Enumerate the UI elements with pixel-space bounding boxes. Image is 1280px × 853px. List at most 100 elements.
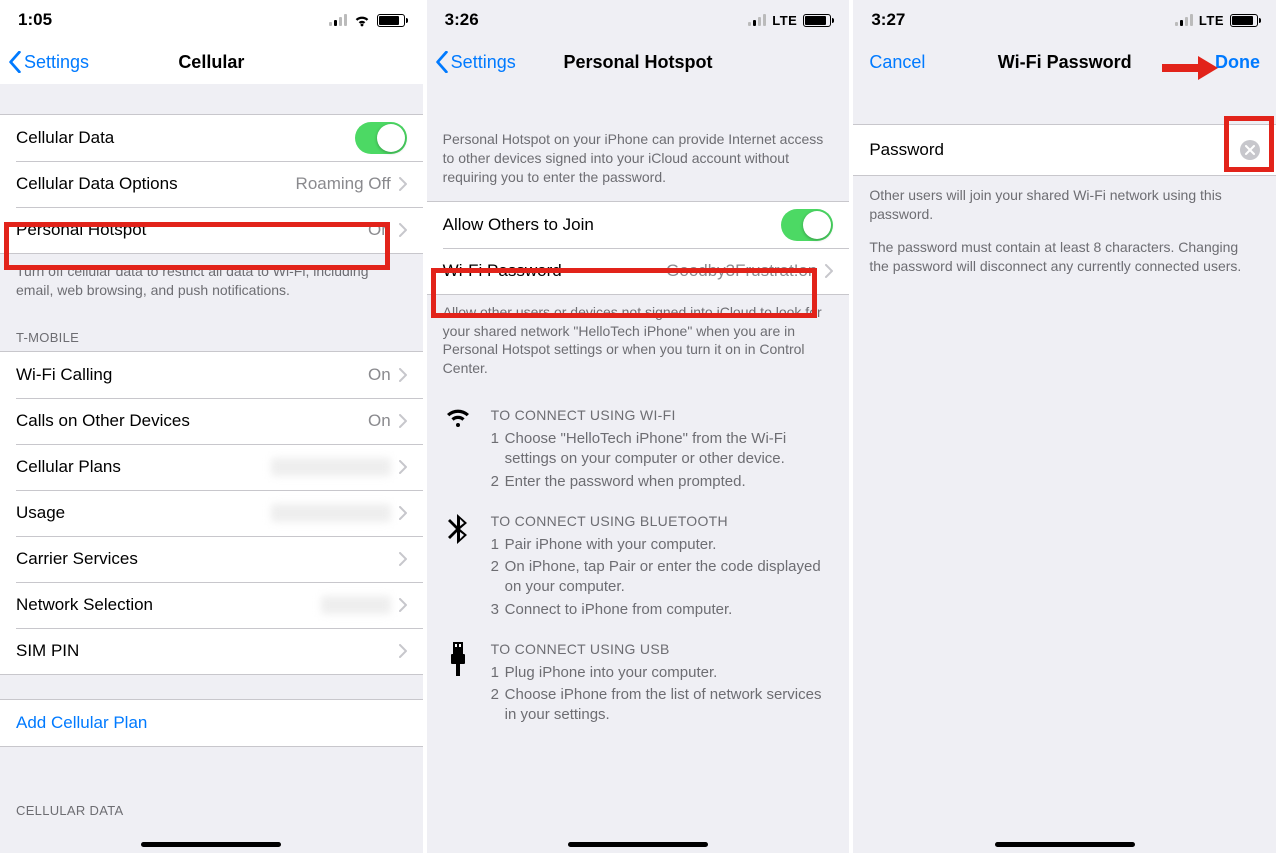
toggle-cellular-data[interactable] [355,122,407,154]
cell-wifi-password[interactable]: Wi-Fi Password Goodby3Frustrat!on [427,248,850,294]
nav-bar: Settings Personal Hotspot [427,40,850,84]
instruction-step: Plug iPhone into your computer. [491,663,834,683]
chevron-right-icon [399,368,407,382]
cell-cellular-data[interactable]: Cellular Data [0,115,423,161]
cell-password-input[interactable]: Password [853,124,1276,176]
cell-label: Network Selection [16,595,321,615]
cell-allow-others[interactable]: Allow Others to Join [427,202,850,248]
screen-wifi-password: 3:27 LTE Cancel Wi-Fi Password Done Pass… [853,0,1280,853]
section-header-carrier: T-MOBILE [0,314,423,351]
x-icon [1245,145,1255,155]
cell-label: Personal Hotspot [16,220,368,240]
lte-label: LTE [1199,13,1224,28]
instruction-title: TO CONNECT USING WI-FI [491,406,834,425]
instruction-title: TO CONNECT USING BLUETOOTH [491,512,834,531]
status-bar: 1:05 [0,0,423,40]
status-time: 3:26 [445,10,479,30]
cell-add-cellular-plan[interactable]: Add Cellular Plan [0,700,423,746]
cell-cellular-plans[interactable]: Cellular Plans [0,444,423,490]
cell-label: Wi-Fi Password [443,261,666,281]
cell-value: On [368,220,391,240]
chevron-right-icon [399,414,407,428]
cell-cellular-data-options[interactable]: Cellular Data Options Roaming Off [0,161,423,207]
toggle-allow-others[interactable] [781,209,833,241]
cell-label: Carrier Services [16,549,399,569]
home-indicator [568,842,708,847]
instruction-title: TO CONNECT USING USB [491,640,834,659]
cell-calls-other-devices[interactable]: Calls on Other Devices On [0,398,423,444]
cell-value: Goodby3Frustrat!on [666,261,817,281]
cell-label: Calls on Other Devices [16,411,368,431]
instructions-usb: TO CONNECT USING USB Plug iPhone into yo… [427,626,850,732]
wifi-icon [353,14,371,27]
cell-label: Cellular Plans [16,457,271,477]
redacted-value [271,504,391,522]
back-label: Settings [24,52,89,73]
back-label: Settings [451,52,516,73]
instruction-step: Choose iPhone from the list of network s… [491,685,834,726]
footer-note: Turn off cellular data to restrict all d… [0,254,423,314]
usb-icon [443,640,473,728]
password-input[interactable] [960,140,1240,160]
bluetooth-icon [443,512,473,622]
cell-value: Roaming Off [296,174,391,194]
arrow-icon [1162,54,1218,82]
instructions-bluetooth: TO CONNECT USING BLUETOOTH Pair iPhone w… [427,498,850,626]
home-indicator [141,842,281,847]
instruction-step: Enter the password when prompted. [491,472,834,492]
clear-button[interactable] [1240,140,1260,160]
chevron-right-icon [825,264,833,278]
signal-bars-icon [748,14,766,26]
instruction-step: Choose "HelloTech iPhone" from the Wi-Fi… [491,429,834,470]
cell-label: SIM PIN [16,641,399,661]
cell-usage[interactable]: Usage [0,490,423,536]
section-header-cellular-data: CELLULAR DATA [0,787,423,824]
status-time: 1:05 [18,10,52,30]
nav-bar: Settings Cellular [0,40,423,84]
cell-label: Usage [16,503,271,523]
home-indicator [995,842,1135,847]
battery-icon [1230,14,1258,27]
cell-personal-hotspot[interactable]: Personal Hotspot On [0,207,423,253]
signal-bars-icon [329,14,347,26]
cell-value: On [368,365,391,385]
done-button[interactable]: Done [1215,52,1260,73]
battery-icon [377,14,405,27]
chevron-right-icon [399,644,407,658]
cell-value: On [368,411,391,431]
cell-label: Allow Others to Join [443,215,782,235]
info-note: Other users will join your shared Wi-Fi … [853,176,1276,238]
chevron-right-icon [399,177,407,191]
status-bar: 3:26 LTE [427,0,850,40]
instructions-wifi: TO CONNECT USING WI-FI Choose "HelloTech… [427,392,850,498]
status-bar: 3:27 LTE [853,0,1276,40]
info-note: Allow other users or devices not signed … [427,295,850,393]
cell-label: Wi-Fi Calling [16,365,368,385]
back-button[interactable]: Settings [435,51,516,73]
instruction-step: Connect to iPhone from computer. [491,600,834,620]
cell-label: Cellular Data Options [16,174,296,194]
chevron-right-icon [399,223,407,237]
signal-bars-icon [1175,14,1193,26]
cell-carrier-services[interactable]: Carrier Services [0,536,423,582]
cell-wifi-calling[interactable]: Wi-Fi Calling On [0,352,423,398]
cell-network-selection[interactable]: Network Selection [0,582,423,628]
back-button[interactable]: Settings [8,51,89,73]
chevron-right-icon [399,598,407,612]
chevron-right-icon [399,552,407,566]
chevron-left-icon [8,51,22,73]
instruction-step: Pair iPhone with your computer. [491,535,834,555]
lte-label: LTE [772,13,797,28]
screen-personal-hotspot: 3:26 LTE Settings Personal Hotspot Perso… [427,0,854,853]
password-label: Password [869,140,944,160]
info-note: Personal Hotspot on your iPhone can prov… [427,84,850,201]
cancel-button[interactable]: Cancel [869,52,925,73]
wifi-icon [443,406,473,494]
battery-icon [803,14,831,27]
cell-sim-pin[interactable]: SIM PIN [0,628,423,674]
chevron-right-icon [399,506,407,520]
screen-cellular: 1:05 Settings Cellular Cellular Data Cel… [0,0,427,853]
redacted-value [271,458,391,476]
chevron-left-icon [435,51,449,73]
info-note: The password must contain at least 8 cha… [853,238,1276,290]
